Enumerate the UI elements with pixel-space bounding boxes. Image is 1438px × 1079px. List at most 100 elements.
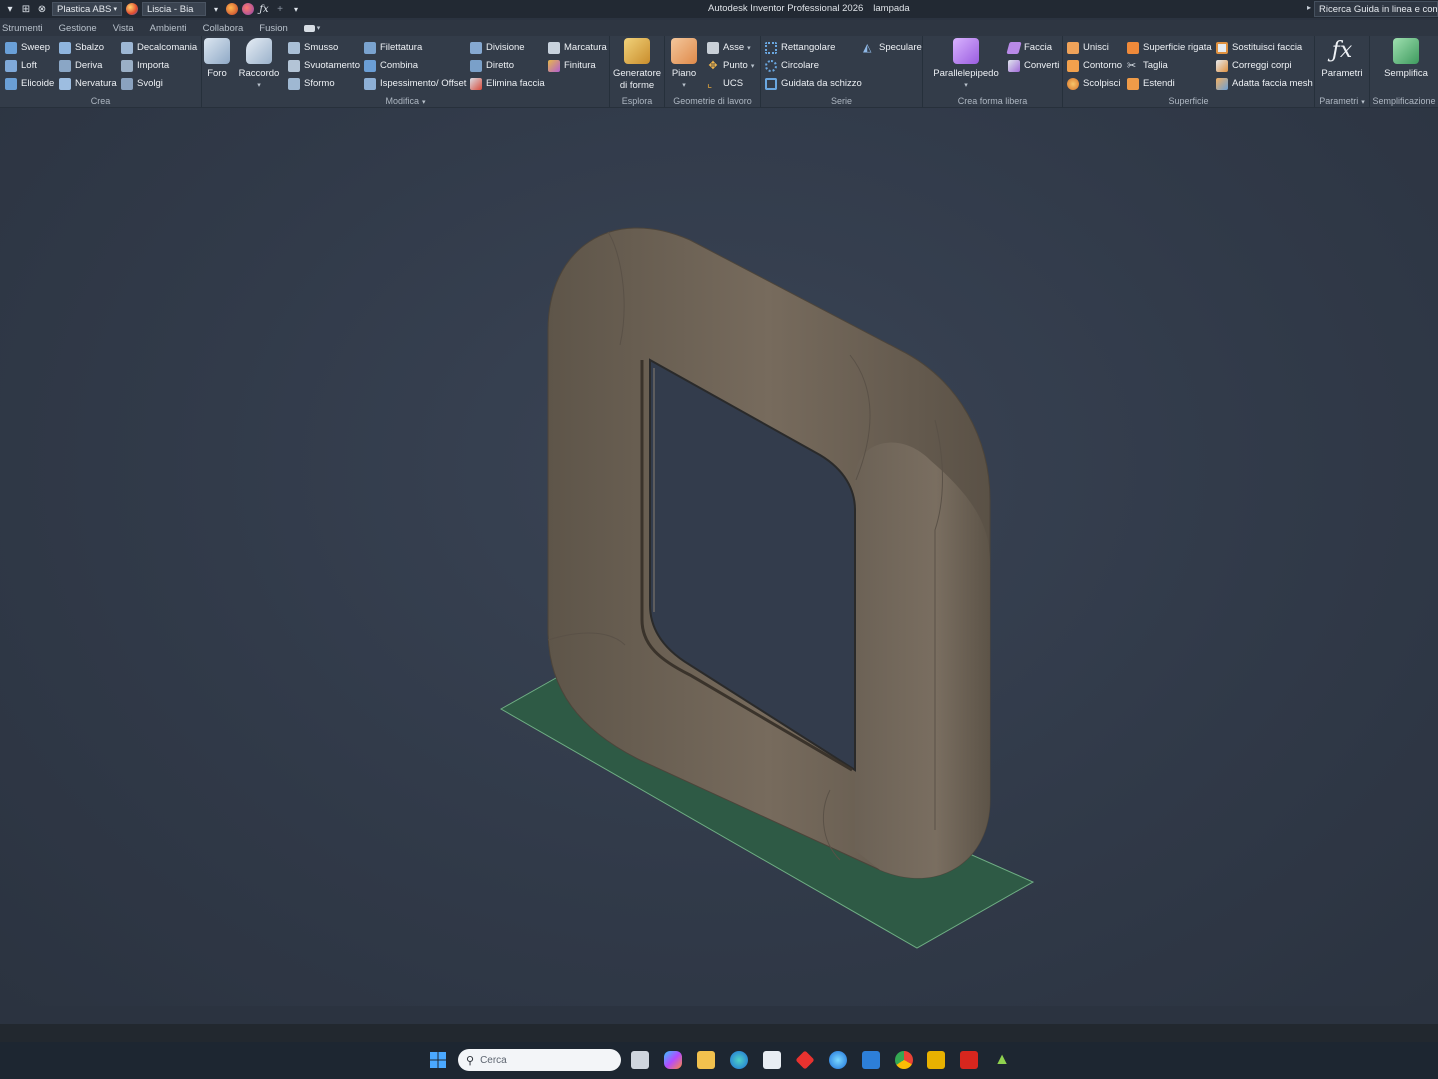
semplifica-button[interactable]: Semplifica <box>1384 38 1428 80</box>
correggi-corpi-button[interactable]: Correggi corpi <box>1216 57 1292 74</box>
appearance-dropdown[interactable]: Liscia - Bia <box>142 2 206 16</box>
elimina-faccia-button[interactable]: Elimina faccia <box>470 75 545 92</box>
finitura-button[interactable]: Finitura <box>548 57 596 74</box>
tab-gestione[interactable]: Gestione <box>59 23 97 34</box>
plus-icon[interactable]: + <box>274 3 286 15</box>
model-view <box>499 227 1035 949</box>
chevron-down-icon: ▾ <box>422 99 426 106</box>
circolare-button[interactable]: Circolare <box>765 57 819 74</box>
converti-button[interactable]: Converti <box>1008 57 1059 74</box>
tab-ambienti[interactable]: Ambienti <box>150 23 187 34</box>
windows-start-icon[interactable] <box>430 1052 446 1068</box>
home-icon[interactable]: ⊞ <box>20 3 32 15</box>
help-search-input[interactable]: Ricerca Guida in linea e comandi <box>1314 1 1438 17</box>
elicoide-button[interactable]: Elicoide <box>5 75 54 92</box>
tab-strumenti[interactable]: Strumenti <box>2 23 43 34</box>
stitch-icon <box>1067 41 1079 54</box>
ribbon-tabs: Strumenti Gestione Vista Ambienti Collab… <box>0 20 1438 36</box>
chevron-down-icon[interactable]: ▾ <box>317 24 321 32</box>
ispessimento-button[interactable]: Ispessimento/ Offset <box>364 75 466 92</box>
sostituisci-faccia-button[interactable]: Sostituisci faccia <box>1216 39 1302 56</box>
estendi-button[interactable]: Estendi <box>1127 75 1175 92</box>
sformo-button[interactable]: Sformo <box>288 75 335 92</box>
chrome-icon[interactable] <box>895 1051 913 1069</box>
superficie-rigata-button[interactable]: Superficie rigata <box>1127 39 1212 56</box>
function-icon[interactable]: ƒx <box>258 3 270 15</box>
loft-button[interactable]: Loft <box>5 57 37 74</box>
file-explorer-icon[interactable] <box>697 1051 715 1069</box>
tab-fusion[interactable]: Fusion <box>259 23 288 34</box>
sbalzo-button[interactable]: Sbalzo <box>59 39 104 56</box>
deriva-button[interactable]: Deriva <box>59 57 102 74</box>
appearance-sphere-icon[interactable] <box>126 3 138 15</box>
autocad-icon[interactable]: ▲ <box>993 1051 1011 1069</box>
tab-extra-icon[interactable] <box>303 24 315 32</box>
acrobat-icon[interactable] <box>960 1051 978 1069</box>
importa-button[interactable]: Importa <box>121 57 169 74</box>
combine-icon <box>364 59 376 72</box>
generatore-forme-button[interactable]: Generatore di forme <box>613 38 661 92</box>
trim-icon: ✂ <box>1127 59 1137 72</box>
marcatura-button[interactable]: Marcatura <box>548 39 607 56</box>
parallelepipedo-button[interactable]: Parallelepipedo ▾ <box>931 38 1001 92</box>
chevron-down-icon[interactable]: ▾ <box>210 3 222 15</box>
close-doc-icon[interactable]: ⊗ <box>36 3 48 15</box>
ucs-button[interactable]: ⌞ UCS <box>707 75 743 92</box>
panel-label-parametri[interactable]: Parametri ▾ <box>1315 96 1369 106</box>
tab-vista[interactable]: Vista <box>113 23 134 34</box>
task-view-icon[interactable] <box>631 1051 649 1069</box>
sketch-pattern-icon <box>765 77 777 90</box>
rib-icon <box>59 77 71 90</box>
guidata-schizzo-button[interactable]: Guidata da schizzo <box>765 75 862 92</box>
speculare-button[interactable]: ◭ Speculare <box>863 39 922 56</box>
material-dropdown[interactable]: Plastica ABS ▾ <box>52 2 122 16</box>
foro-button[interactable]: Foro <box>204 38 230 80</box>
svuotamento-button[interactable]: Svuotamento <box>288 57 360 74</box>
taskbar-search-input[interactable]: ⚲ Cerca <box>458 1049 621 1071</box>
coil-icon <box>5 77 17 90</box>
diretto-button[interactable]: Diretto <box>470 57 514 74</box>
fit-mesh-face-icon <box>1216 77 1228 90</box>
panel-label-modifica[interactable]: Modifica ▾ <box>202 96 609 106</box>
divisione-button[interactable]: Divisione <box>470 39 525 56</box>
split-icon <box>470 41 482 54</box>
faccia-button[interactable]: Faccia <box>1006 39 1052 56</box>
contorno-button[interactable]: Contorno <box>1067 57 1122 74</box>
edge-icon[interactable] <box>730 1051 748 1069</box>
loft-icon <box>5 59 17 72</box>
svolgi-button[interactable]: Svolgi <box>121 75 163 92</box>
store-icon[interactable] <box>763 1051 781 1069</box>
smusso-button[interactable]: Smusso <box>288 39 338 56</box>
piano-button[interactable]: Piano ▾ <box>671 38 697 92</box>
customize-icon[interactable]: ▾ <box>290 3 302 15</box>
adatta-faccia-mesh-button[interactable]: Adatta faccia mesh <box>1216 75 1313 92</box>
clear-appearance-icon[interactable] <box>226 3 238 15</box>
chevron-down-icon: ▾ <box>1361 99 1365 106</box>
inventor-icon[interactable] <box>927 1051 945 1069</box>
graphics-viewport[interactable] <box>0 108 1438 1006</box>
diamond-app-icon[interactable] <box>795 1050 815 1070</box>
rectangular-pattern-icon <box>765 41 777 54</box>
chevron-down-icon: ▾ <box>257 82 261 89</box>
asse-button[interactable]: Asse ▾ <box>707 39 751 56</box>
browser-app-icon[interactable] <box>829 1051 847 1069</box>
rettangolare-button[interactable]: Rettangolare <box>765 39 835 56</box>
parametri-button[interactable]: ƒx Parametri <box>1321 38 1363 80</box>
copilot-icon[interactable] <box>664 1051 682 1069</box>
chevron-down-icon[interactable]: ▾ <box>4 3 16 15</box>
adjust-appearance-icon[interactable] <box>242 3 254 15</box>
unisci-button[interactable]: Unisci <box>1067 39 1109 56</box>
raccordo-button[interactable]: Raccordo ▾ <box>238 38 280 92</box>
panel-semplificazione: Semplifica Semplificazione <box>1370 36 1438 108</box>
nervatura-button[interactable]: Nervatura <box>59 75 117 92</box>
outlook-icon[interactable] <box>862 1051 880 1069</box>
filettatura-button[interactable]: Filettatura <box>364 39 422 56</box>
chevron-right-icon[interactable]: ▸ <box>1307 3 1311 12</box>
combina-button[interactable]: Combina <box>364 57 418 74</box>
tab-collabora[interactable]: Collabora <box>203 23 244 34</box>
sweep-button[interactable]: Sweep <box>5 39 50 56</box>
taglia-button[interactable]: ✂ Taglia <box>1127 57 1168 74</box>
decalcomania-button[interactable]: Decalcomania <box>121 39 197 56</box>
scolpisci-button[interactable]: Scolpisci <box>1067 75 1121 92</box>
punto-button[interactable]: ✥ Punto ▾ <box>707 57 754 74</box>
